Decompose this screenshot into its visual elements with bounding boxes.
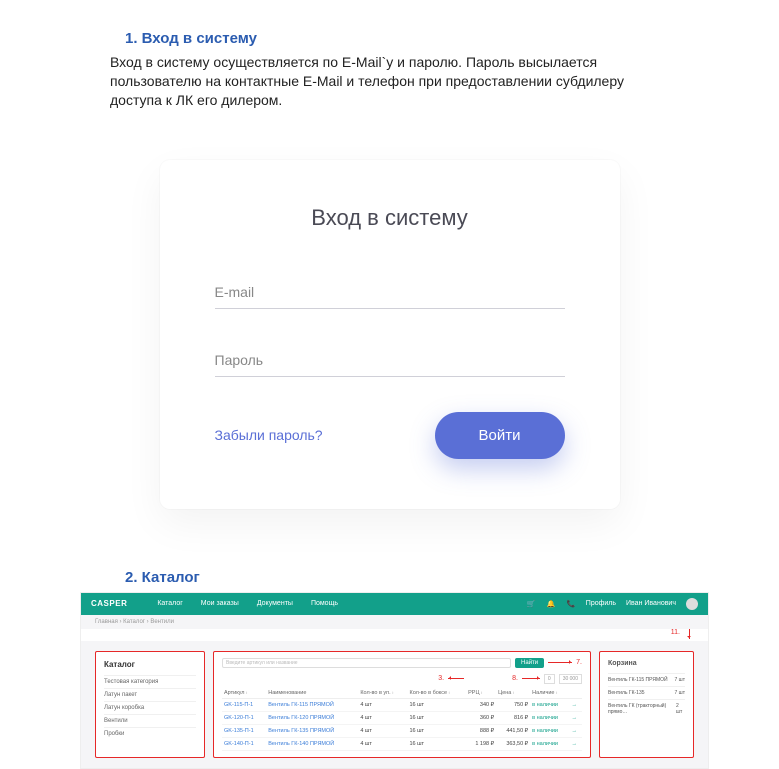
cell-rrc: 888 ₽	[466, 724, 496, 737]
cell-name[interactable]: Вентиль ГК-140 ПРЯМОЙ	[266, 737, 358, 750]
search-input[interactable]: Введите артикул или название	[222, 658, 511, 668]
login-card: Вход в систему Забыли пароль? Войти	[160, 160, 620, 509]
password-field[interactable]	[215, 344, 565, 377]
cell-stock: в наличии	[530, 711, 569, 724]
cell-stock: в наличии	[530, 698, 569, 711]
bell-icon[interactable]: 🔔	[546, 599, 556, 609]
cell-pack: 4 шт	[358, 711, 407, 724]
col-rrc[interactable]: РРЦ↕	[466, 688, 496, 699]
cell-article[interactable]: GK-140-П-1	[222, 737, 266, 750]
user-role: Профиль	[586, 600, 616, 607]
cell-rrc: 360 ₽	[466, 711, 496, 724]
cell-action[interactable]: →	[569, 737, 582, 750]
cell-pack: 4 шт	[358, 724, 407, 737]
cart-item[interactable]: Вентиль ГК (тракторный) прямо…2 шт	[608, 699, 685, 718]
sidebar-title: Каталог	[104, 660, 196, 669]
login-title: Вход в систему	[215, 205, 565, 231]
catalog-main: Введите артикул или название Найти 7. 3.…	[213, 651, 591, 758]
login-button[interactable]: Войти	[435, 412, 565, 459]
cart-item-qty: 7 шт	[675, 690, 685, 696]
sidebar-item-plugs[interactable]: Пробки	[104, 727, 196, 740]
cell-price: 816 ₽	[496, 711, 530, 724]
cart-icon[interactable]: 🛒	[526, 599, 536, 609]
cell-action[interactable]: →	[569, 698, 582, 711]
breadcrumb: Главная › Каталог › Вентили	[81, 615, 708, 629]
user-name[interactable]: Иван Иванович	[626, 600, 676, 607]
nav-documents[interactable]: Документы	[257, 600, 293, 607]
arrow-right-icon	[548, 662, 572, 663]
cell-box: 16 шт	[407, 711, 466, 724]
cell-action[interactable]: →	[569, 711, 582, 724]
top-nav: Каталог Мои заказы Документы Помощь	[157, 600, 338, 607]
email-field[interactable]	[215, 276, 565, 309]
nav-orders[interactable]: Мои заказы	[201, 600, 239, 607]
pointer-8: 8.	[512, 675, 518, 682]
cart-item-qty: 7 шт	[675, 677, 685, 683]
sidebar-item-valves[interactable]: Вентили	[104, 714, 196, 727]
sidebar-item-test[interactable]: Тестовая категория	[104, 675, 196, 688]
cell-name[interactable]: Вентиль ГК-135 ПРЯМОЙ	[266, 724, 358, 737]
sidebar-item-packet[interactable]: Латун пакет	[104, 688, 196, 701]
cell-action[interactable]: →	[569, 724, 582, 737]
nav-catalog[interactable]: Каталог	[157, 600, 182, 607]
cart-item[interactable]: Вентиль ГК-115 ПРЯМОЙ 7 шт	[608, 673, 685, 686]
table-row[interactable]: GK-135-П-1Вентиль ГК-135 ПРЯМОЙ4 шт16 шт…	[222, 724, 582, 737]
logo: CASPER	[91, 599, 127, 608]
cell-rrc: 340 ₽	[466, 698, 496, 711]
cell-box: 16 шт	[407, 737, 466, 750]
col-pack[interactable]: Кол-во в уп.↕	[358, 688, 407, 699]
cart-panel: Корзина Вентиль ГК-115 ПРЯМОЙ7 штВентиль…	[599, 651, 694, 758]
cell-pack: 4 шт	[358, 698, 407, 711]
table-row[interactable]: GK-120-П-1Вентиль ГК-120 ПРЯМОЙ4 шт16 шт…	[222, 711, 582, 724]
cell-price: 363,50 ₽	[496, 737, 530, 750]
col-price[interactable]: Цена↕	[496, 688, 530, 699]
cell-box: 16 шт	[407, 724, 466, 737]
cart-item-name: Вентиль ГК-115 ПРЯМОЙ	[608, 677, 668, 683]
cell-stock: в наличии	[530, 737, 569, 750]
pointer-7: 7.	[576, 659, 582, 666]
cell-article[interactable]: GK-115-П-1	[222, 698, 266, 711]
cell-rrc: 1 198 ₽	[466, 737, 496, 750]
cell-name[interactable]: Вентиль ГК-115 ПРЯМОЙ	[266, 698, 358, 711]
cell-article[interactable]: GK-120-П-1	[222, 711, 266, 724]
sidebar-item-box[interactable]: Латун коробка	[104, 701, 196, 714]
table-row[interactable]: GK-140-П-1Вентиль ГК-140 ПРЯМОЙ4 шт16 шт…	[222, 737, 582, 750]
cell-pack: 4 шт	[358, 737, 407, 750]
forgot-password-link[interactable]: Забыли пароль?	[215, 427, 323, 443]
cell-article[interactable]: GK-135-П-1	[222, 724, 266, 737]
avatar[interactable]	[686, 598, 698, 610]
catalog-table: Артикул↕ Наименование Кол-во в уп.↕ Кол-…	[222, 688, 582, 751]
cart-item[interactable]: Вентиль ГК-135 7 шт	[608, 686, 685, 699]
cell-box: 16 шт	[407, 698, 466, 711]
topbar: CASPER Каталог Мои заказы Документы Помо…	[81, 593, 708, 615]
cell-stock: в наличии	[530, 724, 569, 737]
cart-item-name: Вентиль ГК (тракторный) прямо…	[608, 703, 676, 715]
cell-price: 750 ₽	[496, 698, 530, 711]
cell-name[interactable]: Вентиль ГК-120 ПРЯМОЙ	[266, 711, 358, 724]
nav-help[interactable]: Помощь	[311, 600, 338, 607]
col-stock[interactable]: Наличие↕	[530, 688, 569, 699]
price-to[interactable]: 30 000	[559, 674, 582, 684]
pointer-11: 11.	[671, 629, 680, 641]
section1-heading: 1. Вход в систему	[125, 30, 749, 47]
col-article[interactable]: Артикул↕	[222, 688, 266, 699]
cell-price: 441,50 ₽	[496, 724, 530, 737]
phone-icon[interactable]: 📞	[566, 599, 576, 609]
cart-title: Корзина	[608, 660, 685, 667]
catalog-sidebar: Каталог Тестовая категория Латун пакет Л…	[95, 651, 205, 758]
section1-body: Вход в систему осуществляется по E-Mail`…	[110, 53, 679, 110]
price-from[interactable]: 0	[544, 674, 555, 684]
pointer-3: 3.	[438, 675, 444, 682]
search-button[interactable]: Найти	[515, 658, 544, 668]
arrow-right-icon	[522, 678, 540, 679]
col-box[interactable]: Кол-во в боксе↕	[407, 688, 466, 699]
section2-heading: 2. Каталог	[125, 569, 749, 586]
arrow-left-icon	[448, 678, 464, 679]
arrow-down-icon	[689, 629, 690, 639]
col-name[interactable]: Наименование	[266, 688, 358, 699]
cart-item-name: Вентиль ГК-135	[608, 690, 645, 696]
catalog-screenshot: CASPER Каталог Мои заказы Документы Помо…	[80, 592, 709, 769]
table-row[interactable]: GK-115-П-1Вентиль ГК-115 ПРЯМОЙ4 шт16 шт…	[222, 698, 582, 711]
cart-item-qty: 2 шт	[676, 703, 685, 715]
